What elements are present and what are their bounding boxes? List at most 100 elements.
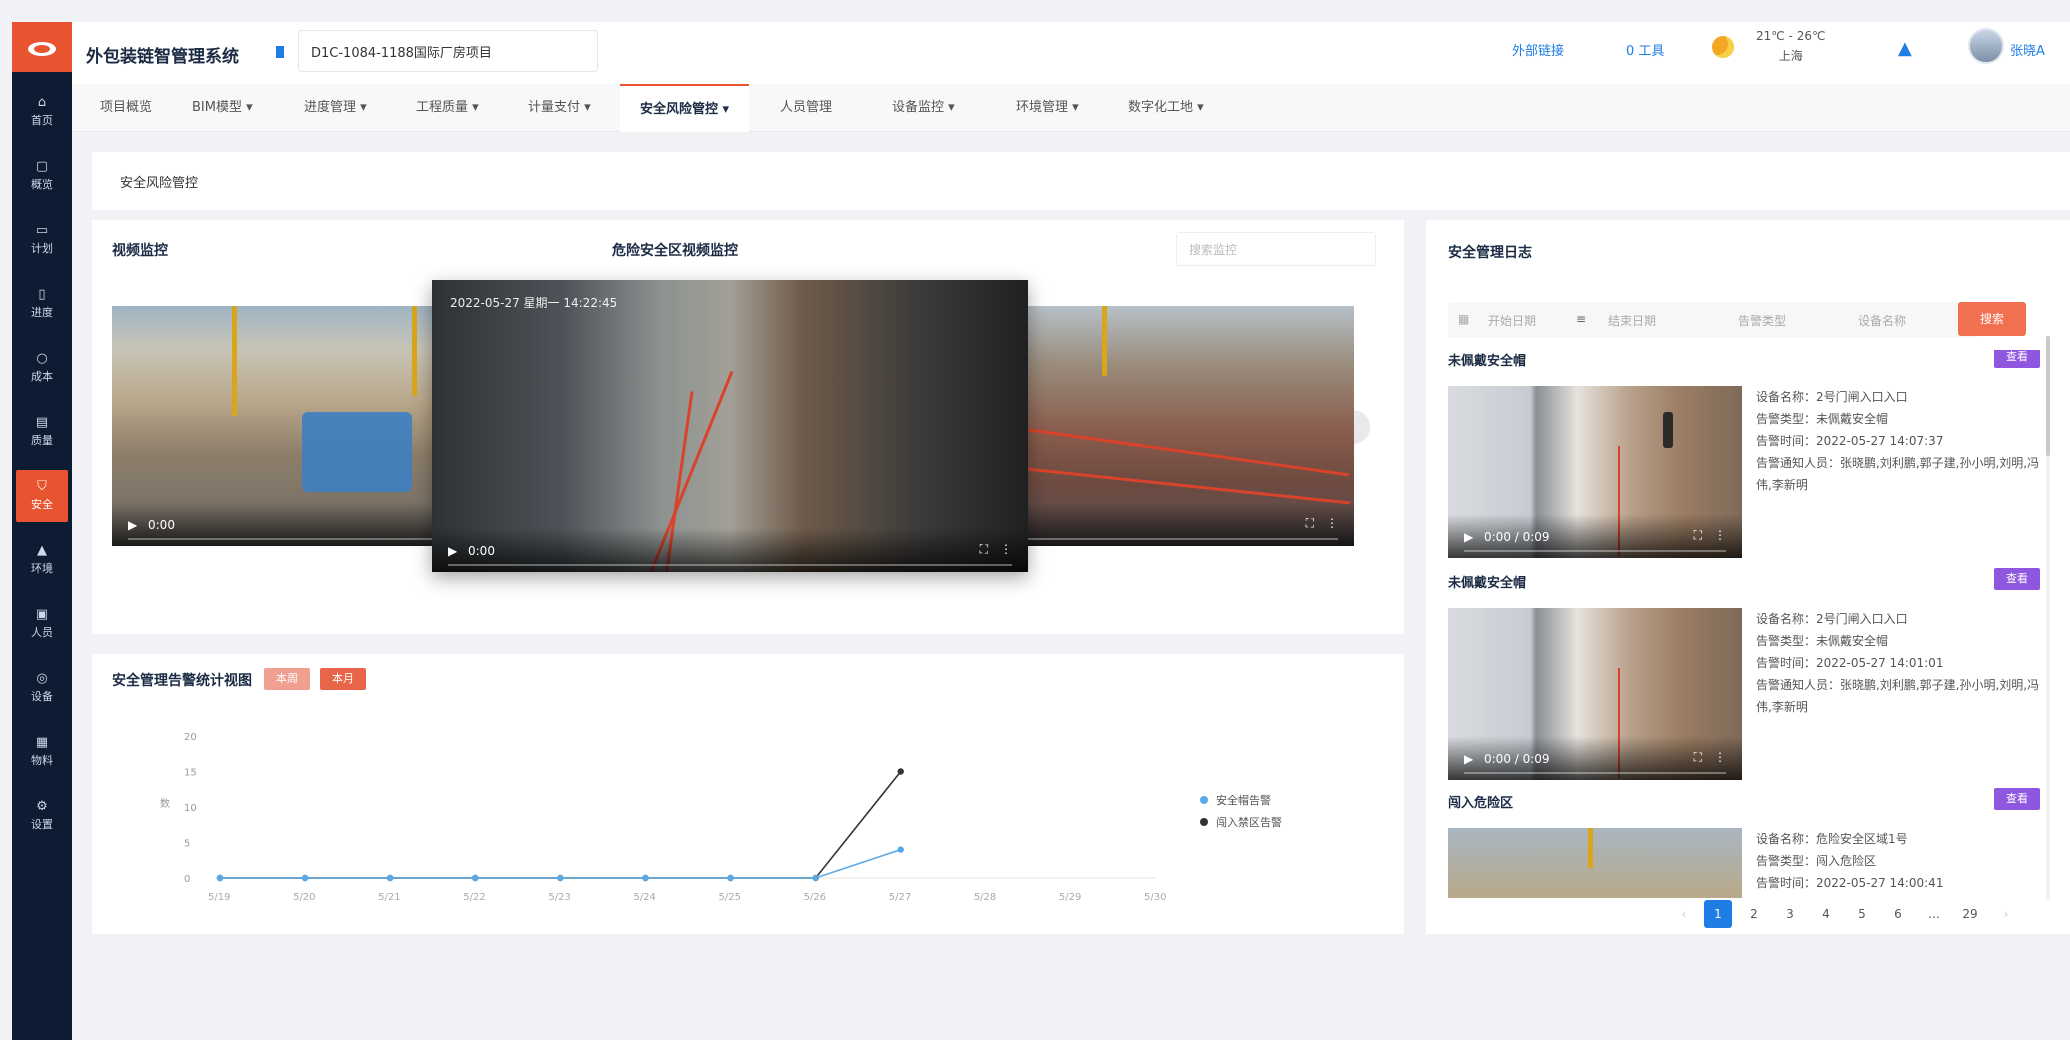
avatar[interactable] [1968, 28, 2004, 64]
sidebar-item-label: 人员 [31, 626, 53, 639]
play-icon[interactable]: ▶ [1464, 752, 1473, 766]
page-prev-icon[interactable]: ‹ [1670, 900, 1698, 928]
user-name[interactable]: 张晓A [2010, 40, 2045, 59]
page-button[interactable]: 2 [1740, 900, 1768, 928]
video-progress-bar[interactable] [448, 564, 1012, 566]
log-video-thumbnail[interactable] [1448, 828, 1742, 898]
more-icon[interactable]: ⋮ [1326, 516, 1338, 530]
crane-shape [1102, 306, 1107, 376]
x-tick-label: 5/20 [293, 892, 315, 903]
page-button[interactable]: 5 [1848, 900, 1876, 928]
sidebar-item-overview[interactable]: ▢ 概览 [12, 150, 72, 202]
sidebar-item-home[interactable]: ⌂ 首页 [12, 86, 72, 138]
menu-item-progress[interactable]: 进度管理 ▾ [304, 84, 367, 132]
log-search-button[interactable]: 搜索 [1958, 302, 2026, 336]
log-view-button[interactable]: 查看 [1994, 350, 2040, 368]
menu-item-environment[interactable]: 环境管理 ▾ [1016, 84, 1079, 132]
log-event: 告警类型：闯入危险区 [1756, 854, 1877, 868]
menu-item-digital-site[interactable]: 数字化工地 ▾ [1128, 84, 1204, 132]
page-next-icon[interactable]: › [1992, 900, 2020, 928]
video-progress-bar[interactable] [128, 538, 456, 540]
log-video-thumbnail[interactable]: ▶ 0:00 / 0:09 ⛶ ⋮ [1448, 608, 1742, 780]
menu-item-personnel[interactable]: 人员管理 [780, 84, 832, 132]
tools-link[interactable]: 0 工具 [1626, 40, 1664, 59]
page-button[interactable]: 1 [1704, 900, 1732, 928]
play-icon[interactable]: ▶ [1464, 530, 1473, 544]
y-tick-label: 0 [184, 874, 190, 885]
log-notify: 告警通知人员：张晓鹏,刘利鹏,郭子建,孙小明,刘明,冯伟,李新明 [1756, 678, 2040, 714]
video-left[interactable]: ▶ 0:00 [112, 306, 472, 546]
sidebar-item-safety[interactable]: ⛉ 安全 [16, 470, 68, 522]
doc-icon: ▤ [35, 415, 49, 430]
y-tick-label: 20 [184, 732, 197, 743]
data-point [642, 874, 649, 882]
play-icon[interactable]: ▶ [448, 544, 457, 558]
doc-icon: ◎ [36, 671, 48, 686]
data-point [301, 874, 309, 882]
video-center[interactable]: 2022-05-27 星期一 14:22:45 ▶ 0:00 ⛶ ⋮ [432, 280, 1028, 572]
page-ellipsis[interactable]: … [1920, 900, 1948, 928]
menu-item-payment[interactable]: 计量支付 ▾ [528, 84, 591, 132]
video-progress-bar[interactable] [1464, 772, 1726, 774]
alarm-type-select[interactable]: 告警类型 [1738, 312, 1786, 329]
video-time: 0:00 / 0:09 [1484, 752, 1550, 766]
page-button[interactable]: 4 [1812, 900, 1840, 928]
fullscreen-icon[interactable]: ⛶ [1694, 750, 1702, 765]
video-timestamp: 2022-05-27 星期一 14:22:45 [450, 296, 618, 310]
log-view-button[interactable]: 查看 [1994, 788, 2040, 810]
log-view-button[interactable]: 查看 [1994, 568, 2040, 590]
video-progress-bar[interactable] [1008, 538, 1338, 540]
sidebar-item-cost[interactable]: ○ 成本 [12, 342, 72, 394]
fullscreen-icon[interactable]: ⛶ [1694, 528, 1702, 543]
page-button[interactable]: 29 [1956, 900, 1984, 928]
sidebar-item-progress[interactable]: ▯ 进度 [12, 278, 72, 330]
end-date-input[interactable]: 结束日期 [1608, 312, 1656, 329]
legend-label: 安全帽告警 [1216, 793, 1271, 807]
log-video-thumbnail[interactable]: ▶ 0:00 / 0:09 ⛶ ⋮ [1448, 386, 1742, 558]
device-name-input[interactable]: 设备名称 [1858, 312, 1906, 329]
log-item-type: 未佩戴安全帽 [1448, 354, 1527, 369]
video-search-input[interactable]: 搜索监控 [1176, 232, 1376, 266]
start-date-input[interactable]: 开始日期 [1488, 312, 1536, 329]
sidebar-item-settings[interactable]: ⚙ 设置 [12, 790, 72, 842]
app-logo[interactable] [12, 22, 72, 72]
sidebar-item-material[interactable]: ▦ 物料 [12, 726, 72, 778]
project-selector[interactable]: D1C-1084-1188国际厂房项目 [298, 30, 598, 72]
sidebar-item-environment[interactable]: ▲ 环境 [12, 534, 72, 586]
sidebar-item-quality[interactable]: ▤ 质量 [12, 406, 72, 458]
more-icon[interactable]: ⋮ [1714, 750, 1726, 764]
log-item-meta: 设备名称：2号门闸入口入口 告警类型：未佩戴安全帽 告警时间：2022-05-2… [1756, 608, 2048, 718]
more-icon[interactable]: ⋮ [1000, 542, 1012, 556]
video-right[interactable]: ⛶ ⋮ [992, 306, 1354, 546]
series-line [220, 848, 901, 879]
pagination: ‹ 1 2 3 4 5 6 … 29 › [1426, 900, 2070, 930]
play-icon[interactable]: ▶ [128, 518, 137, 532]
menu-item-equipment[interactable]: 设备监控 ▾ [892, 84, 955, 132]
sidebar-item-label: 质量 [31, 434, 53, 447]
menu-item-quality[interactable]: 工程质量 ▾ [416, 84, 479, 132]
video-controls: ⛶ ⋮ [992, 502, 1354, 546]
sidebar-item-label: 设备 [31, 690, 53, 703]
sidebar-item-personnel[interactable]: ▣ 人员 [12, 598, 72, 650]
flag-icon [276, 46, 284, 58]
y-axis-label: 数 [160, 797, 170, 810]
external-link[interactable]: 外部链接 [1512, 40, 1564, 59]
more-icon[interactable]: ⋮ [1714, 528, 1726, 542]
video-progress-bar[interactable] [1464, 550, 1726, 552]
sidebar-item-label: 概览 [31, 178, 53, 191]
fullscreen-icon[interactable]: ⛶ [980, 542, 988, 557]
page-button[interactable]: 6 [1884, 900, 1912, 928]
sidebar-item-plan[interactable]: ▭ 计划 [12, 214, 72, 266]
legend-marker [1200, 818, 1208, 826]
menu-item-bim[interactable]: BIM模型 ▾ [192, 84, 253, 132]
breadcrumb-card: 安全风险管控 [92, 152, 2070, 210]
page-button[interactable]: 3 [1776, 900, 1804, 928]
fullscreen-icon[interactable]: ⛶ [1306, 516, 1314, 531]
notification-icon[interactable]: ▲ [1898, 38, 1912, 59]
menu-item-overview[interactable]: 项目概览 [100, 84, 152, 132]
log-list: 未佩戴安全帽 查看 ▶ 0:00 / 0:09 ⛶ ⋮ 设备名称：2号门闸入口入… [1448, 350, 2048, 898]
log-time: 告警时间：2022-05-27 14:01:01 [1756, 656, 1944, 670]
sidebar-item-equipment[interactable]: ◎ 设备 [12, 662, 72, 714]
menu-item-safety[interactable]: 安全风险管控 ▾ [620, 84, 750, 132]
log-item: 未佩戴安全帽 查看 ▶ 0:00 / 0:09 ⛶ ⋮ 设备名称：2号门闸入口入… [1448, 350, 2048, 570]
